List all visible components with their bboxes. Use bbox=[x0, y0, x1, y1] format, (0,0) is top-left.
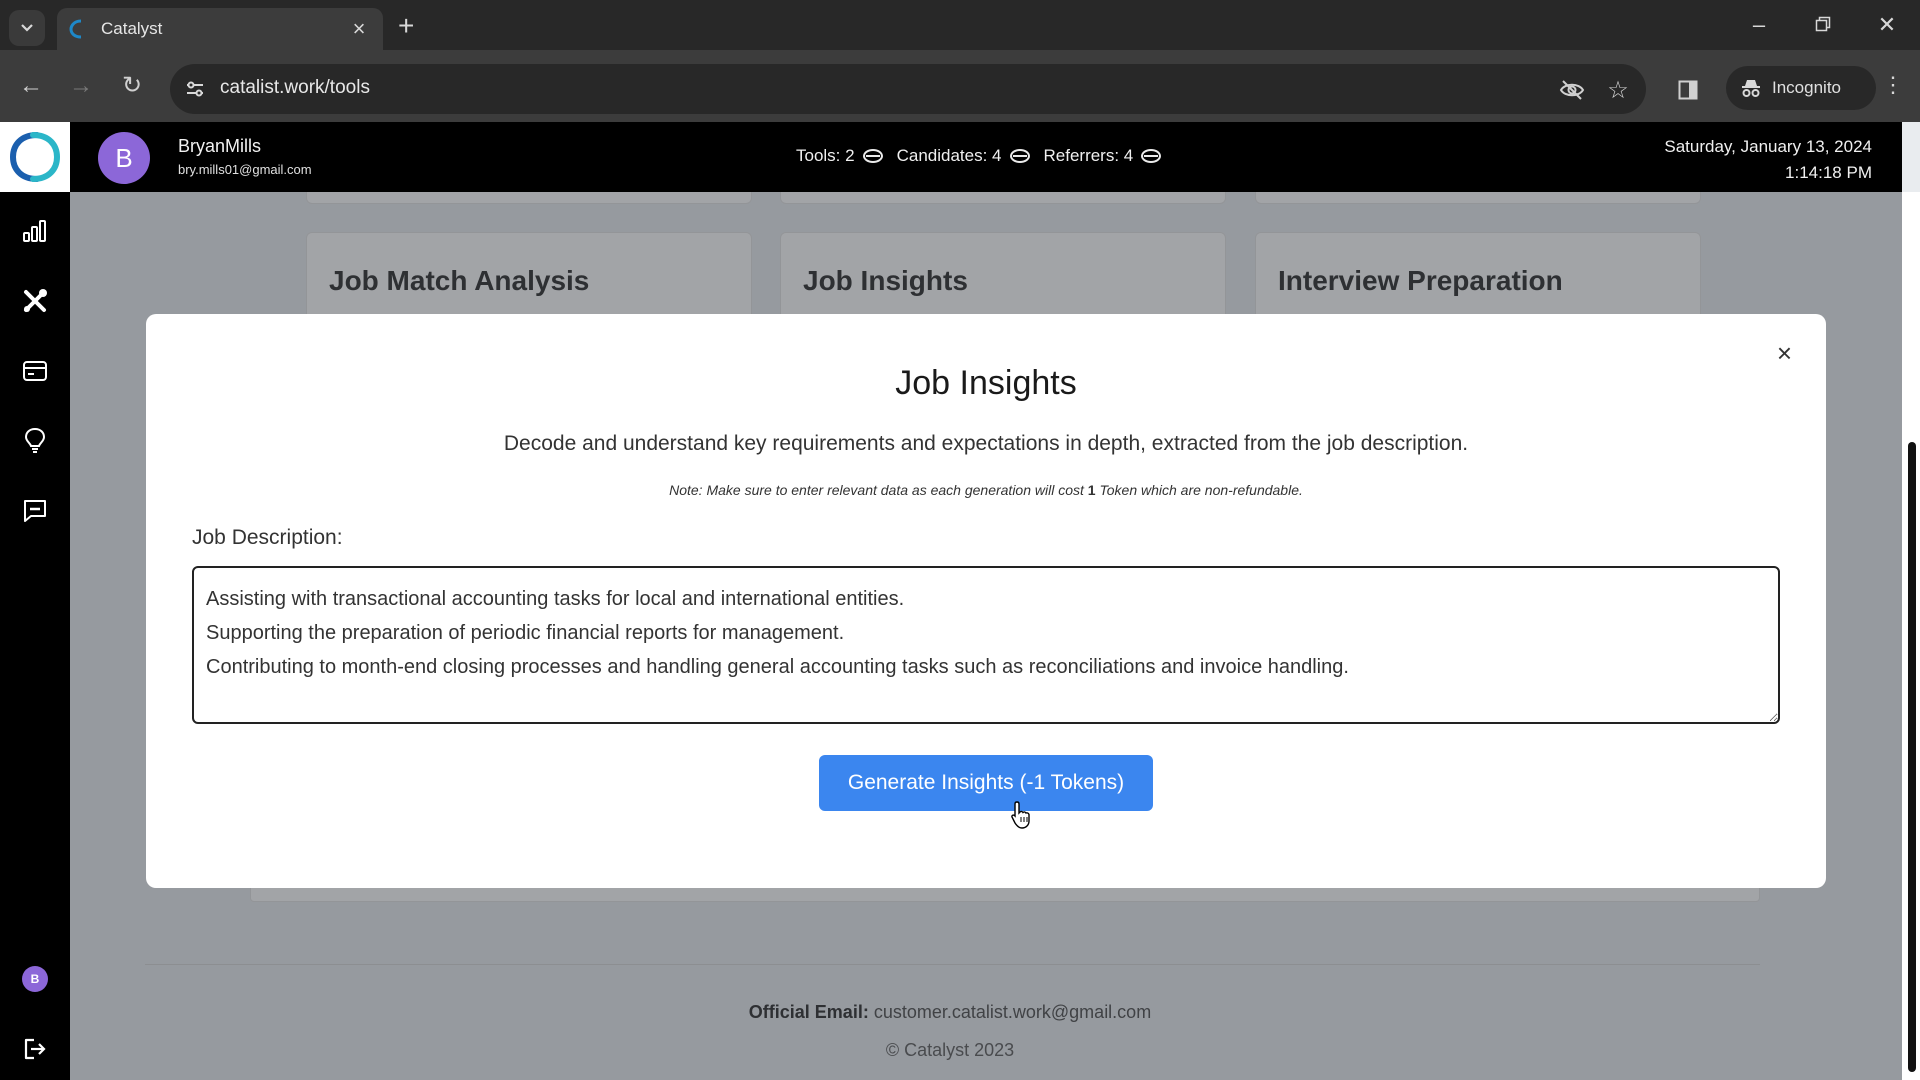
sidebar-user-avatar[interactable]: B bbox=[22, 966, 48, 992]
star-icon: ☆ bbox=[1607, 76, 1629, 104]
job-description-input[interactable] bbox=[192, 566, 1780, 724]
page-viewport: Job Match Analysis Job Insights Intervie… bbox=[0, 122, 1920, 1080]
note-cost: 1 bbox=[1087, 482, 1096, 498]
minimize-button[interactable]: – bbox=[1744, 12, 1774, 38]
token-cost-note: Note: Make sure to enter relevant data a… bbox=[146, 482, 1826, 498]
catalyst-favicon-icon bbox=[69, 19, 82, 39]
reload-button[interactable]: ↻ bbox=[117, 74, 147, 98]
app-header: B BryanMills bry.mills01@gmail.com Tools… bbox=[70, 122, 1902, 192]
tab-title: Catalyst bbox=[101, 19, 163, 38]
bookmark-button[interactable]: ☆ bbox=[1604, 76, 1632, 104]
job-insights-modal: × Job Insights Decode and understand key… bbox=[146, 314, 1826, 888]
stat-candidates: Candidates: 4 bbox=[897, 146, 1030, 166]
credit-card-icon bbox=[23, 361, 47, 381]
address-bar[interactable] bbox=[170, 64, 1646, 114]
bar-chart-icon bbox=[23, 220, 46, 242]
sidebar-item-tools[interactable] bbox=[20, 286, 50, 316]
page-scrollbar[interactable] bbox=[1902, 192, 1920, 1080]
eye-off-icon bbox=[1559, 80, 1585, 100]
scrollbar-thumb[interactable] bbox=[1908, 442, 1916, 1072]
app-sidebar: B bbox=[0, 122, 70, 1080]
close-icon: ✕ bbox=[1877, 12, 1897, 37]
browser-tab-catalyst[interactable]: Catalyst × bbox=[57, 8, 383, 50]
incognito-icon bbox=[1742, 80, 1760, 97]
arrow-right-icon: → bbox=[69, 72, 93, 99]
site-info-button[interactable] bbox=[182, 76, 208, 102]
back-button[interactable]: ← bbox=[16, 74, 46, 98]
current-time: 1:14:18 PM bbox=[1785, 163, 1872, 182]
current-datetime: Saturday, January 13, 2024 1:14:18 PM bbox=[1664, 134, 1872, 186]
tab-close-icon[interactable]: × bbox=[347, 18, 371, 40]
plus-icon: + bbox=[398, 10, 415, 41]
stat-label: Tools: 2 bbox=[796, 146, 855, 165]
sidebar-item-billing[interactable] bbox=[20, 356, 50, 386]
browser-tab-strip: Catalyst × + – ✕ bbox=[0, 0, 1920, 50]
stat-tools: Tools: 2 bbox=[796, 146, 883, 166]
forward-button[interactable]: → bbox=[66, 74, 96, 98]
sidebar-item-analytics[interactable] bbox=[20, 216, 50, 246]
stat-label: Candidates: 4 bbox=[896, 146, 1002, 165]
coin-icon bbox=[1141, 149, 1162, 163]
kebab-icon: ⋮ bbox=[1882, 72, 1904, 97]
new-tab-button[interactable]: + bbox=[398, 12, 414, 40]
stat-label: Referrers: 4 bbox=[1043, 146, 1134, 165]
restore-icon bbox=[1815, 16, 1831, 32]
catalyst-logo[interactable] bbox=[0, 122, 70, 192]
token-stats: Tools: 2 Candidates: 4 Referrers: 4 bbox=[796, 146, 1162, 166]
generate-insights-button[interactable]: Generate Insights (-1 Tokens) bbox=[819, 755, 1153, 811]
incognito-label: Incognito bbox=[1772, 78, 1841, 97]
close-window-button[interactable]: ✕ bbox=[1872, 12, 1902, 38]
coin-icon bbox=[862, 149, 883, 163]
modal-title: Job Insights bbox=[895, 364, 1077, 402]
side-panel-button[interactable] bbox=[1674, 76, 1702, 104]
url-text[interactable]: catalist.work/tools bbox=[220, 77, 370, 99]
incognito-indicator[interactable]: Incognito bbox=[1726, 66, 1876, 110]
logout-icon bbox=[24, 1038, 46, 1060]
logout-button[interactable] bbox=[20, 1034, 50, 1064]
minimize-icon: – bbox=[1752, 12, 1766, 37]
stat-referrers: Referrers: 4 bbox=[1044, 146, 1162, 166]
sidebar-item-messages[interactable] bbox=[20, 496, 50, 526]
note-prefix: Note: Make sure to enter relevant data a… bbox=[669, 482, 1088, 498]
modal-description: Decode and understand key requirements a… bbox=[503, 432, 1469, 455]
tune-icon bbox=[187, 81, 203, 97]
browser-menu-button[interactable]: ⋮ bbox=[1882, 74, 1904, 96]
tools-icon bbox=[24, 289, 47, 312]
modal-close-button[interactable]: × bbox=[1777, 340, 1792, 366]
coin-icon bbox=[1009, 149, 1030, 163]
job-description-label: Job Description: bbox=[192, 526, 343, 549]
restore-button[interactable] bbox=[1808, 12, 1838, 38]
chevron-down-icon bbox=[21, 24, 33, 32]
arrow-left-icon: ← bbox=[19, 72, 43, 99]
user-avatar[interactable]: B bbox=[98, 132, 150, 184]
hand-cursor-icon bbox=[1011, 801, 1030, 829]
message-icon bbox=[24, 500, 46, 522]
current-date: Saturday, January 13, 2024 bbox=[1664, 137, 1872, 156]
user-name: BryanMills bbox=[178, 136, 262, 156]
note-suffix: Token which are non-refundable. bbox=[1095, 482, 1303, 498]
side-panel-icon bbox=[1678, 80, 1698, 100]
sidebar-item-ideas[interactable] bbox=[20, 426, 50, 456]
tracking-protection-button[interactable] bbox=[1558, 76, 1586, 104]
user-email: bry.mills01@gmail.com bbox=[178, 162, 312, 177]
lightbulb-icon bbox=[24, 427, 46, 453]
catalyst-logo-icon bbox=[9, 132, 61, 182]
tab-list-button[interactable] bbox=[9, 10, 45, 46]
reload-icon: ↻ bbox=[121, 72, 143, 99]
